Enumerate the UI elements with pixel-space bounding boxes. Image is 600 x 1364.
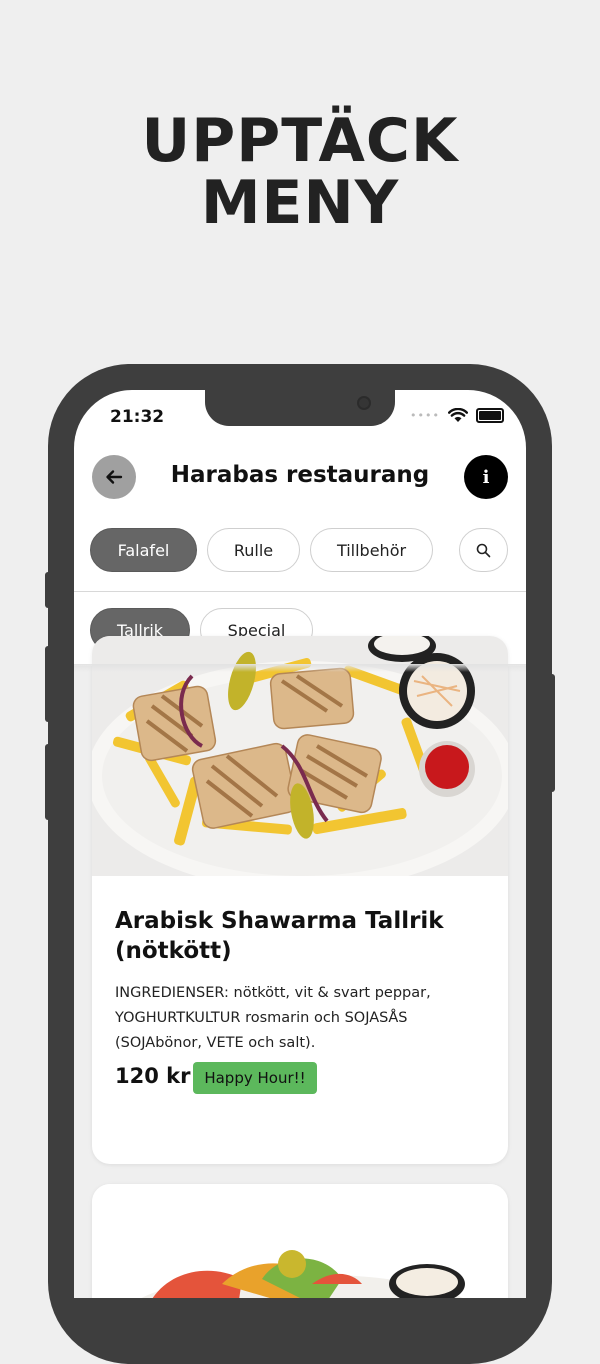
wifi-icon (448, 408, 468, 422)
restaurant-title: Harabas restaurang (170, 462, 430, 488)
status-icons: •••• (410, 408, 504, 423)
phone-power-button (549, 674, 555, 792)
info-icon: i (482, 466, 490, 488)
search-icon (476, 543, 491, 557)
happy-hour-badge: Happy Hour!! (193, 1062, 317, 1094)
menu-item-description: INGREDIENSER: nötkött, vit & svart peppa… (115, 985, 431, 1051)
subcategory-shadow (74, 664, 526, 672)
app-header: Harabas restaurang i (74, 452, 526, 504)
menu-item-name: Arabisk Shawarma Tallrik (nötkött) (115, 908, 444, 964)
promo-line-2: MENY (200, 168, 400, 238)
signal-icon: •••• (410, 409, 440, 422)
category-chip-rulle[interactable]: Rulle (207, 528, 300, 572)
status-time: 21:32 (110, 407, 165, 427)
menu-item-price: 120 kr (115, 1064, 191, 1088)
menu-item-card[interactable]: Arabisk Shawarma Tallrik (nötkött) INGRE… (92, 636, 508, 1164)
phone-notch (205, 390, 395, 426)
category-label: Falafel (117, 540, 170, 560)
info-button[interactable]: i (464, 455, 508, 499)
category-label: Tillbehör (336, 540, 407, 560)
menu-item-card[interactable] (92, 1184, 508, 1298)
promo-headline: UPPTÄCK MENY (0, 110, 600, 234)
phone-volume-down (45, 744, 51, 820)
menu-list[interactable]: Arabisk Shawarma Tallrik (nötkött) INGRE… (74, 636, 526, 1298)
food-image (92, 636, 508, 876)
category-chip-tillbehor[interactable]: Tillbehör (310, 528, 433, 572)
category-chip-falafel[interactable]: Falafel (90, 528, 197, 572)
phone-screen: 21:32 •••• Harabas restaurang i Falafel … (74, 390, 526, 1298)
category-divider (74, 591, 526, 592)
phone-volume-up (45, 646, 51, 722)
front-camera (357, 396, 371, 410)
phone-mute-switch (45, 572, 51, 608)
category-label: Rulle (233, 540, 274, 560)
promo-line-1: UPPTÄCK (141, 106, 459, 176)
food-image (92, 1184, 508, 1298)
battery-icon (476, 408, 504, 423)
search-button[interactable] (459, 528, 508, 572)
